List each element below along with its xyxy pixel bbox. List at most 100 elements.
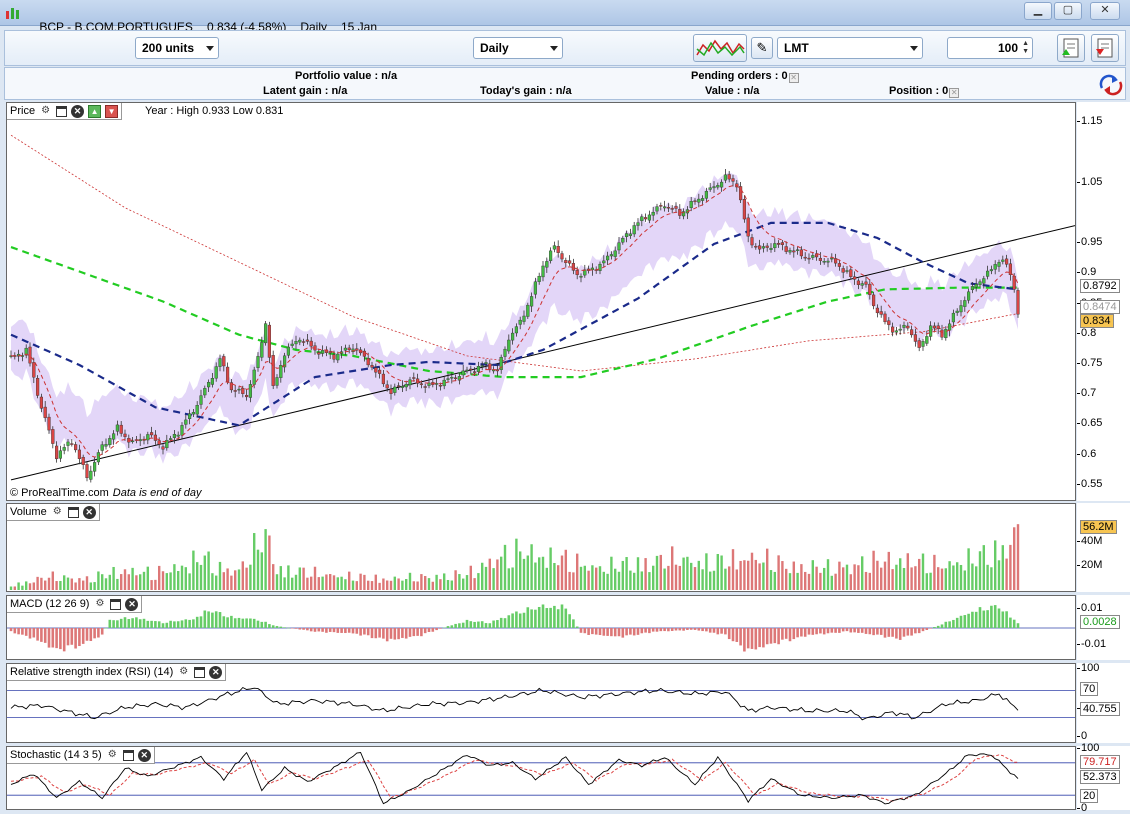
maximize-button[interactable]: ▢ [1054,2,1082,20]
refresh-arrows-icon[interactable] [1098,72,1124,96]
secondary-value-tag: 0.8474 [1080,300,1120,315]
stochastic-signal-line [10,754,1018,802]
move-down-icon[interactable]: ▼ [105,104,119,118]
volume-bar [519,551,522,590]
candle-body [974,284,978,288]
macd-bar [150,620,153,628]
wrench-icon[interactable]: ⚙ [93,598,106,611]
macd-bar [363,628,366,635]
volume-bar [355,581,358,590]
clear-icon[interactable]: ✕ [788,73,799,83]
chart-style-button[interactable] [693,34,747,62]
wrench-icon[interactable]: ⚙ [177,666,190,679]
macd-bar [591,628,594,635]
candle-body [712,186,716,189]
window-icon[interactable] [56,105,68,117]
volume-bar [887,551,890,590]
wrench-icon[interactable]: ⚙ [106,749,119,762]
close-icon[interactable]: ✕ [209,665,223,679]
macd-bar [522,612,526,628]
candle-body [1005,258,1009,265]
volume-bar [359,573,362,590]
macd-bar [678,628,682,631]
volume-bar [553,562,556,590]
macd-bar [439,628,442,629]
volume-bar [709,571,712,590]
volume-chart[interactable] [7,504,1075,591]
macd-bar [355,628,359,634]
macd-bar [36,628,39,641]
candle-body [940,329,944,338]
candle-body [670,208,674,210]
volume-bar [59,580,62,590]
window-icon[interactable] [194,666,206,678]
volume-bar [716,553,719,590]
wrench-icon[interactable]: ⚙ [39,105,52,118]
macd-bar [708,628,712,633]
macd-bar [279,626,283,628]
timeframe-select[interactable]: Daily [473,37,563,59]
window-icon[interactable] [67,506,79,518]
volume-bar [93,582,96,590]
volume-bar [249,564,252,590]
volume-bar [70,578,73,590]
window-icon[interactable] [122,749,134,761]
volume-bar [367,580,370,590]
candle-body [689,201,693,208]
candle-body [978,281,982,286]
macd-bar [1005,611,1008,628]
candle-body [822,261,826,263]
move-up-icon[interactable]: ▲ [88,104,102,118]
macd-bar [822,628,826,635]
candle-body [374,367,378,373]
macd-chart[interactable] [7,596,1075,659]
quantity-stepper[interactable]: 100 ▲ ▼ [947,37,1033,59]
volume-bar [348,571,351,590]
clear-icon[interactable]: ✕ [949,88,960,98]
wrench-icon[interactable]: ⚙ [51,506,64,519]
close-icon[interactable]: ✕ [82,505,96,519]
sell-order-button[interactable] [1091,34,1119,62]
macd-bar [135,617,138,628]
stochastic-chart[interactable] [7,747,1075,809]
candle-body [602,260,606,264]
macd-bar [891,628,894,637]
close-icon[interactable]: ✕ [125,597,139,611]
price-chart[interactable] [7,103,1075,500]
candle-body [412,377,416,379]
candle-body [400,385,404,388]
volume-bar [241,561,244,590]
order-type-select[interactable]: LMT [777,37,923,59]
close-icon[interactable]: ✕ [137,748,151,762]
macd-bar [275,626,279,628]
close-window-button[interactable]: ✕ [1090,2,1120,20]
candle-body [28,346,32,364]
data-note: Data is end of day [112,487,202,499]
buy-order-button[interactable] [1057,34,1085,62]
volume-bar [902,567,906,590]
volume-bar [940,568,944,590]
candle-body [218,358,222,367]
macd-bar [902,628,906,637]
volume-bar [861,556,864,590]
window-icon[interactable] [110,598,122,610]
wrench-icon[interactable]: ✎ [751,37,773,59]
macd-bar [446,626,450,628]
portfolio-value: Portfolio value : n/a [295,70,398,82]
volume-bar [158,565,161,590]
macd-bar [655,628,659,632]
volume-bar [549,547,552,590]
macd-bar [895,628,898,639]
macd-bar [389,628,393,639]
volume-bar [572,572,575,590]
volume-bar [788,573,792,590]
macd-bar [754,628,758,650]
macd-bar [161,623,165,628]
candle-body [784,246,788,252]
macd-bar [834,628,837,633]
macd-bar [74,628,77,649]
minimize-button[interactable]: ▁ [1024,2,1052,20]
units-select[interactable]: 200 units [135,37,219,59]
macd-bar [541,604,545,628]
close-icon[interactable]: ✕ [71,104,85,118]
